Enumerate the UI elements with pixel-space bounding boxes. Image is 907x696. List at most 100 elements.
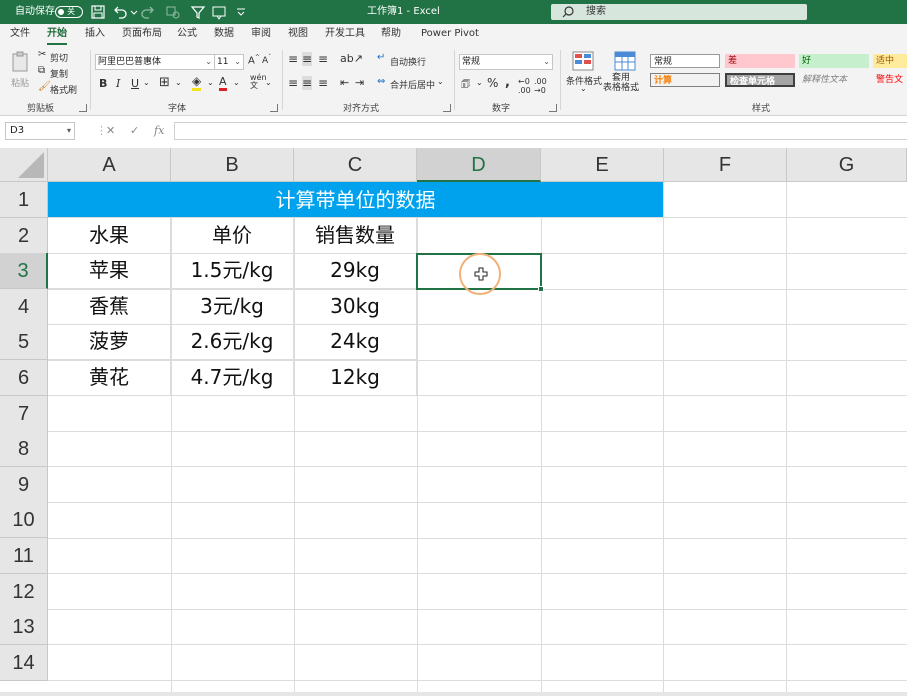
underline-dropdown-icon[interactable]: ⌄ bbox=[143, 78, 150, 87]
percent-icon[interactable]: % bbox=[487, 76, 498, 90]
row-header-10[interactable]: 10 bbox=[0, 502, 48, 538]
cancel-icon[interactable]: ✕ bbox=[106, 122, 115, 140]
tab-data[interactable]: 数据 bbox=[214, 24, 234, 46]
format-painter-icon[interactable]: 🖌 bbox=[38, 81, 51, 92]
increase-indent-icon[interactable]: ⇥ bbox=[355, 76, 364, 89]
cell-c6[interactable]: 12kg bbox=[294, 360, 417, 396]
autosave-toggle[interactable]: 关 bbox=[55, 6, 83, 18]
style-explanatory[interactable]: 解释性文本 bbox=[799, 73, 869, 87]
column-header-d[interactable]: D bbox=[417, 148, 541, 182]
format-as-table-dropdown-icon[interactable]: ⌄ bbox=[632, 84, 639, 93]
align-right-icon[interactable]: ≡ bbox=[318, 76, 328, 90]
enter-icon[interactable]: ✓ bbox=[130, 122, 139, 140]
search-box[interactable]: 搜索 bbox=[551, 4, 807, 20]
decrease-font-icon[interactable]: Aˇ bbox=[262, 54, 271, 66]
cut-button[interactable]: 剪切 bbox=[50, 51, 68, 64]
increase-decimal-icon[interactable]: ←0.00 bbox=[518, 77, 531, 95]
style-neutral[interactable]: 适中 bbox=[873, 54, 907, 68]
fill-handle[interactable] bbox=[538, 286, 544, 292]
column-header-e[interactable]: E bbox=[541, 148, 664, 182]
merge-center-button[interactable]: 合并后居中 bbox=[390, 78, 435, 91]
copy-button[interactable]: 复制 bbox=[50, 67, 68, 80]
align-top-icon[interactable]: ≡ bbox=[288, 52, 298, 66]
row-header-13[interactable]: 13 bbox=[0, 609, 48, 645]
phonetic-dropdown-icon[interactable]: ⌄ bbox=[265, 78, 272, 87]
select-all-button[interactable] bbox=[0, 148, 48, 182]
style-check-cell[interactable]: 检查单元格 bbox=[725, 73, 795, 87]
row-header-8[interactable]: 8 bbox=[0, 431, 48, 467]
number-launcher-icon[interactable] bbox=[549, 104, 557, 112]
cell-b5[interactable]: 2.6元/kg bbox=[171, 324, 294, 360]
paste-icon[interactable] bbox=[10, 51, 30, 73]
font-launcher-icon[interactable] bbox=[270, 104, 278, 112]
name-box[interactable]: D3 ▾ bbox=[5, 122, 75, 140]
conditional-format-icon[interactable] bbox=[572, 51, 594, 71]
font-name-select[interactable]: 阿里巴巴普惠体 ⌄ bbox=[95, 54, 215, 70]
tab-page-layout[interactable]: 页面布局 bbox=[122, 24, 162, 46]
row-header-14[interactable]: 14 bbox=[0, 645, 48, 681]
tab-file[interactable]: 文件 bbox=[10, 24, 30, 46]
tab-power-pivot[interactable]: Power Pivot bbox=[421, 24, 479, 46]
conditional-format-dropdown-icon[interactable]: ⌄ bbox=[580, 84, 587, 93]
customize-qat-icon[interactable] bbox=[233, 4, 245, 20]
tab-formulas[interactable]: 公式 bbox=[177, 24, 197, 46]
column-header-c[interactable]: C bbox=[294, 148, 417, 182]
row-header-2[interactable]: 2 bbox=[0, 218, 48, 254]
format-as-table-icon[interactable] bbox=[614, 51, 636, 71]
name-box-dropdown-icon[interactable]: ▾ bbox=[67, 123, 71, 139]
cell-a5[interactable]: 菠萝 bbox=[48, 324, 171, 360]
wrap-text-icon[interactable]: ↵ bbox=[377, 52, 385, 63]
horizontal-scrollbar[interactable] bbox=[0, 692, 907, 696]
formula-input[interactable] bbox=[174, 122, 907, 140]
merge-center-icon[interactable]: ⇔ bbox=[377, 76, 385, 87]
tab-home[interactable]: 开始 bbox=[47, 24, 67, 46]
filter-icon[interactable] bbox=[190, 4, 206, 20]
tab-help[interactable]: 帮助 bbox=[381, 24, 401, 46]
row-header-5[interactable]: 5 bbox=[0, 324, 48, 360]
row-header-1[interactable]: 1 bbox=[0, 182, 48, 218]
paste-button[interactable]: 粘贴 bbox=[11, 76, 29, 89]
shapes-icon[interactable] bbox=[165, 4, 181, 20]
border-icon[interactable]: ⊞ bbox=[159, 75, 170, 90]
redo-icon[interactable] bbox=[140, 4, 156, 20]
undo-dropdown-icon[interactable] bbox=[126, 4, 138, 20]
font-color-dropdown-icon[interactable]: ⌄ bbox=[233, 78, 240, 87]
column-header-b[interactable]: B bbox=[171, 148, 294, 182]
cell-a3[interactable]: 苹果 bbox=[48, 253, 171, 289]
row-header-11[interactable]: 11 bbox=[0, 538, 48, 574]
format-painter-button[interactable]: 格式刷 bbox=[50, 83, 77, 96]
style-bad[interactable]: 差 bbox=[725, 54, 795, 68]
cell-a4[interactable]: 香蕉 bbox=[48, 289, 171, 325]
row-header-6[interactable]: 6 bbox=[0, 360, 48, 396]
number-format-select[interactable]: 常规 ⌄ bbox=[459, 54, 553, 70]
merge-dropdown-icon[interactable]: ⌄ bbox=[437, 77, 444, 86]
cell-c3[interactable]: 29kg bbox=[294, 253, 417, 289]
tab-review[interactable]: 审阅 bbox=[251, 24, 271, 46]
align-middle-icon[interactable]: ≡ bbox=[302, 52, 313, 66]
style-warning[interactable]: 警告文 bbox=[873, 73, 907, 87]
accounting-format-icon[interactable]: 🗊 bbox=[461, 77, 470, 94]
copy-icon[interactable]: ⧉ bbox=[38, 65, 45, 76]
align-center-icon[interactable]: ≡ bbox=[302, 76, 313, 90]
cell-b4[interactable]: 3元/kg bbox=[171, 289, 294, 325]
font-color-icon[interactable]: A bbox=[219, 75, 227, 91]
font-size-select[interactable]: 11 ⌄ bbox=[214, 54, 244, 70]
cell-c2[interactable]: 销售数量 bbox=[294, 218, 417, 254]
align-bottom-icon[interactable]: ≡ bbox=[318, 52, 328, 66]
cell-c5[interactable]: 24kg bbox=[294, 324, 417, 360]
cell-b3[interactable]: 1.5元/kg bbox=[171, 253, 294, 289]
tab-view[interactable]: 视图 bbox=[288, 24, 308, 46]
fill-dropdown-icon[interactable]: ⌄ bbox=[207, 78, 214, 87]
bold-icon[interactable]: B bbox=[99, 77, 107, 90]
row-header-3[interactable]: 3 bbox=[0, 253, 48, 289]
cell-a6[interactable]: 黄花 bbox=[48, 360, 171, 396]
clipboard-launcher-icon[interactable] bbox=[79, 104, 87, 112]
cell-c4[interactable]: 30kg bbox=[294, 289, 417, 325]
row-header-9[interactable]: 9 bbox=[0, 467, 48, 503]
row-header-7[interactable]: 7 bbox=[0, 396, 48, 432]
form-icon[interactable] bbox=[211, 4, 227, 20]
column-header-f[interactable]: F bbox=[664, 148, 787, 182]
style-good[interactable]: 好 bbox=[799, 54, 869, 68]
row-header-4[interactable]: 4 bbox=[0, 289, 48, 325]
wrap-text-button[interactable]: 自动换行 bbox=[390, 55, 426, 68]
